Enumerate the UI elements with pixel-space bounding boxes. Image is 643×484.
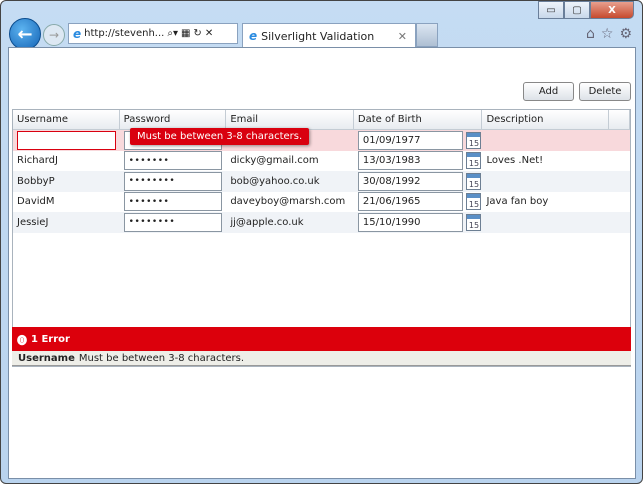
password-cell[interactable]: •••••••• [120,171,227,192]
calendar-icon[interactable]: 15 [466,213,482,231]
dob-input[interactable]: 30/08/1992 [357,171,464,191]
password-cell[interactable]: ••••••• [120,192,227,213]
password-cell[interactable]: •••••••• [120,212,227,233]
address-text: http://stevenh... [84,28,165,39]
description-cell[interactable]: Loves .Net! [482,151,609,172]
table-row[interactable]: BobbyP •••••••• bob@yahoo.co.uk 30/08/19… [13,171,630,192]
password-input[interactable]: ••••••• [123,151,223,171]
description-cell[interactable] [482,212,609,233]
calendar-icon[interactable]: 15 [466,131,482,149]
password-input[interactable]: •••••••• [123,171,223,191]
arrow-left-icon: ← [17,23,33,45]
error-count: 1 Error [31,333,70,345]
home-icon[interactable]: ⌂ [586,26,595,42]
username-cell[interactable] [13,130,120,151]
email-cell[interactable]: daveyboy@marsh.com [226,192,354,213]
filler-cell [609,151,630,172]
tab-silverlight-validation[interactable]: e Silverlight Validation ✕ [242,23,416,48]
error-icon: ⓿ [17,335,27,347]
email-cell[interactable]: dicky@gmail.com [226,151,354,172]
email-value: daveyboy@marsh.com [230,196,346,208]
description-cell[interactable] [482,130,609,151]
dob-cell[interactable]: 30/08/1992 15 [354,171,483,192]
dob-cell[interactable]: 01/09/1977 15 [354,130,483,151]
favorites-star-icon[interactable]: ☆ [601,26,614,42]
compat-icon[interactable]: ▦ [181,28,190,39]
refresh-icon[interactable]: ↻ [193,28,201,39]
email-cell[interactable]: jj@apple.co.uk [226,212,354,233]
gear-icon[interactable]: ⚙ [619,26,632,42]
stop-icon[interactable]: ✕ [205,28,213,39]
minimize-button[interactable]: ▭ [538,1,564,19]
ie-logo-icon: e [249,29,258,43]
grid-header: Username Password Email Date of Birth De… [13,110,630,130]
description-cell[interactable] [482,171,609,192]
validation-summary-header: ⓿ 1 Error [12,327,631,351]
new-tab-button[interactable] [416,23,438,47]
calendar-icon[interactable]: 15 [466,152,482,170]
column-header-dob[interactable]: Date of Birth [354,110,483,129]
forward-button[interactable]: → [43,24,65,46]
username-cell[interactable]: JessieJ [13,212,120,233]
validation-tooltip: Must be between 3-8 characters. [130,128,310,145]
dob-cell[interactable]: 13/03/1983 15 [354,151,483,172]
column-header-description[interactable]: Description [482,110,610,129]
calendar-icon[interactable]: 15 [466,172,482,190]
add-button[interactable]: Add [523,82,574,101]
column-header-password[interactable]: Password [120,110,227,129]
filler-cell [609,130,630,151]
error-message: Must be between 3-8 characters. [78,352,245,364]
email-value: dicky@gmail.com [230,155,319,167]
back-button[interactable]: ← [9,18,41,50]
description-value: Java fan boy [486,196,549,208]
filler-cell [609,171,630,192]
address-bar[interactable]: e http://stevenh... ⌕▾ ▦ ↻ ✕ [68,23,238,44]
delete-button[interactable]: Delete [579,82,631,101]
dob-cell[interactable]: 21/06/1965 15 [354,192,483,213]
description-value: Loves .Net! [486,155,544,167]
dob-input[interactable]: 01/09/1977 [357,130,464,150]
password-cell[interactable]: ••••••• [120,151,227,172]
close-button[interactable]: X [590,1,634,19]
email-cell[interactable]: bob@yahoo.co.uk [226,171,354,192]
username-input[interactable] [17,130,116,150]
username-cell[interactable]: DavidM [13,192,120,213]
column-header-filler [609,110,630,129]
table-row[interactable]: DavidM ••••••• daveyboy@marsh.com 21/06/… [13,192,630,213]
password-input[interactable]: ••••••• [123,192,223,212]
username-cell[interactable]: RichardJ [13,151,120,172]
table-row[interactable]: ail.com 01/09/197715 [13,130,630,151]
username-cell[interactable]: BobbyP [13,171,120,192]
dob-input[interactable]: 13/03/1983 [357,151,464,171]
ie-logo-icon: e [73,26,82,41]
tab-title: Silverlight Validation [261,29,375,43]
username-value: DavidM [17,196,55,208]
password-input[interactable]: •••••••• [123,212,223,232]
error-field: Username [18,352,75,364]
column-header-email[interactable]: Email [226,110,354,129]
email-value: bob@yahoo.co.uk [230,175,320,187]
calendar-icon[interactable]: 15 [466,193,482,211]
username-value: RichardJ [17,155,58,167]
username-value: BobbyP [17,175,55,187]
validation-summary-item[interactable]: Username Must be between 3-8 characters. [12,351,631,366]
maximize-button[interactable]: ▢ [564,1,590,19]
table-row[interactable]: RichardJ ••••••• dicky@gmail.com 13/03/1… [13,151,630,172]
dob-input[interactable]: 15/10/1990 [357,212,464,232]
email-value: jj@apple.co.uk [230,216,304,228]
tab-close-icon[interactable]: ✕ [398,30,407,43]
dob-cell[interactable]: 15/10/1990 15 [354,212,483,233]
search-icon[interactable]: ⌕▾ [167,28,178,39]
dob-input[interactable]: 21/06/1965 [357,192,464,212]
username-value: JessieJ [17,216,49,228]
arrow-right-icon: → [48,28,60,42]
browser-window: ▭ ▢ X ← → e http://stevenh... ⌕▾ ▦ ↻ ✕ e… [0,0,643,484]
table-row[interactable]: JessieJ •••••••• jj@apple.co.uk 15/10/19… [13,212,630,233]
page-content: Add Delete Username Password Email Date … [8,47,636,479]
filler-cell [609,192,630,213]
column-header-username[interactable]: Username [13,110,120,129]
filler-cell [609,212,630,233]
description-cell[interactable]: Java fan boy [482,192,609,213]
